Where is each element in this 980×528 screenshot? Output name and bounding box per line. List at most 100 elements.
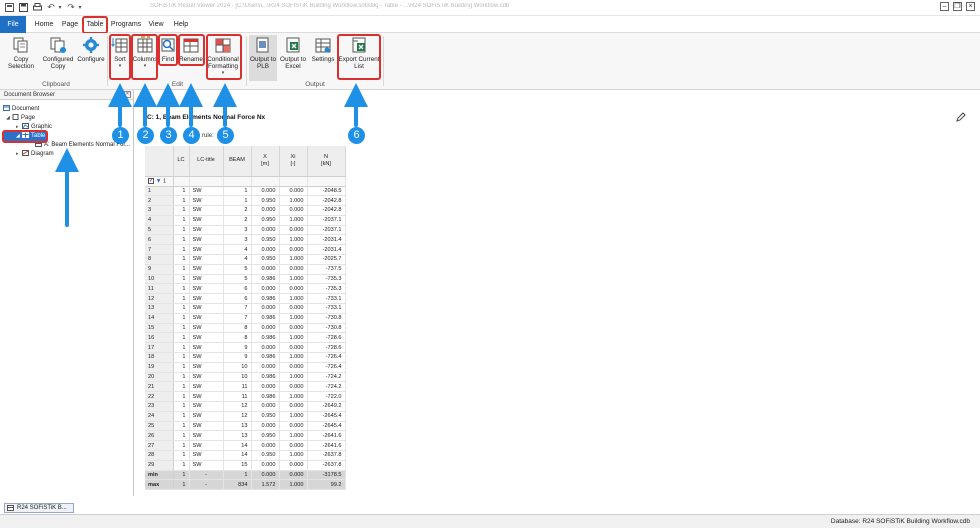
beam-cell[interactable]: 4 xyxy=(223,244,252,256)
minimize-button[interactable]: – xyxy=(940,2,949,11)
table-row[interactable]: 22 1 SW 11 0.986 1.000 -722.0 xyxy=(145,391,346,403)
column-header-n[interactable]: N [kN] xyxy=(307,146,346,177)
row-number-cell[interactable]: 29 xyxy=(145,460,174,471)
table-min-row[interactable]: min 1-1 0.000 0.000 -3178.5 xyxy=(145,470,346,481)
n-cell[interactable]: -737.5 xyxy=(307,264,346,275)
lc-title-cell[interactable]: SW xyxy=(189,391,224,403)
x-cell[interactable]: 0.986 xyxy=(251,274,280,285)
sort-button[interactable]: Sort ▾ xyxy=(110,35,130,81)
lc-cell[interactable]: 1 xyxy=(173,264,190,275)
n-cell[interactable]: -722.0 xyxy=(307,391,346,403)
xi-cell[interactable]: 1.000 xyxy=(279,293,308,305)
pin-icon[interactable]: × xyxy=(124,91,131,98)
xi-cell[interactable]: 0.000 xyxy=(279,342,308,354)
table-row[interactable]: 3 1 SW 2 0.000 0.000 -2042.8 xyxy=(145,205,346,216)
settings-button[interactable]: Settings xyxy=(309,35,337,81)
beam-cell[interactable]: 10 xyxy=(223,362,252,373)
n-cell[interactable]: -2649.2 xyxy=(307,401,346,412)
lc-title-cell[interactable]: SW xyxy=(189,430,224,442)
beam-cell[interactable]: 15 xyxy=(223,460,252,471)
beam-cell[interactable]: 4 xyxy=(223,254,252,265)
row-number-cell[interactable]: 28 xyxy=(145,450,174,461)
x-cell[interactable]: 0.950 xyxy=(251,430,280,442)
n-cell[interactable]: -726.4 xyxy=(307,362,346,373)
xi-cell[interactable]: 1.000 xyxy=(279,234,308,246)
beam-cell[interactable]: 1 xyxy=(223,470,252,481)
lc-title-cell[interactable]: SW xyxy=(189,274,224,285)
beam-cell[interactable]: 11 xyxy=(223,391,252,403)
beam-cell[interactable]: 9 xyxy=(223,352,252,363)
n-cell[interactable]: -726.4 xyxy=(307,352,346,363)
tree-item-page[interactable]: ◢ Page xyxy=(6,114,35,123)
n-cell[interactable]: -724.2 xyxy=(307,381,346,393)
beam-cell[interactable]: 3 xyxy=(223,225,252,236)
row-number-cell[interactable]: 21 xyxy=(145,381,174,393)
row-number-cell[interactable]: 8 xyxy=(145,254,174,265)
x-cell[interactable]: 0.000 xyxy=(251,186,280,197)
table-row[interactable]: 23 1 SW 12 0.000 0.000 -2649.2 xyxy=(145,401,346,412)
xi-cell[interactable]: 0.000 xyxy=(279,421,308,432)
lc-title-cell[interactable]: SW xyxy=(189,352,224,363)
table-row[interactable]: 16 1 SW 8 0.986 1.000 -728.6 xyxy=(145,332,346,344)
n-cell[interactable]: -730.8 xyxy=(307,313,346,324)
lc-title-cell[interactable]: SW xyxy=(189,411,224,422)
table-row[interactable]: 11 1 SW 6 0.000 0.000 -735.3 xyxy=(145,283,346,295)
x-cell[interactable]: 0.986 xyxy=(251,352,280,363)
undo-dropdown-icon[interactable]: ▾ xyxy=(56,2,64,13)
xi-cell[interactable]: 0.000 xyxy=(279,205,308,216)
beam-cell[interactable]: 13 xyxy=(223,430,252,442)
x-cell[interactable]: 0.000 xyxy=(251,421,280,432)
lc-cell[interactable]: 1 xyxy=(173,274,190,285)
filter-cell[interactable] xyxy=(279,176,308,187)
lc-title-cell[interactable]: SW xyxy=(189,303,224,314)
row-number-cell[interactable]: 7 xyxy=(145,244,174,256)
table-row[interactable]: 20 1 SW 10 0.986 1.000 -724.2 xyxy=(145,372,346,383)
beam-cell[interactable]: 12 xyxy=(223,411,252,422)
table-row[interactable]: 14 1 SW 7 0.986 1.000 -730.8 xyxy=(145,313,346,324)
lc-title-cell[interactable]: SW xyxy=(189,234,224,246)
xi-cell[interactable]: 0.000 xyxy=(279,470,308,481)
xi-cell[interactable]: 1.000 xyxy=(279,215,308,226)
beam-cell[interactable]: 6 xyxy=(223,293,252,305)
lc-title-cell[interactable]: SW xyxy=(189,244,224,256)
beam-cell[interactable]: 5 xyxy=(223,264,252,275)
lc-cell[interactable]: 1 xyxy=(173,313,190,324)
table-row[interactable]: 7 1 SW 4 0.000 0.000 -2031.4 xyxy=(145,244,346,256)
table-row[interactable]: 2 1 SW 1 0.950 1.000 -2042.8 xyxy=(145,195,346,207)
x-cell[interactable]: 0.000 xyxy=(251,470,280,481)
lc-cell[interactable]: 1 xyxy=(173,205,190,216)
lc-cell[interactable]: 1 xyxy=(173,391,190,403)
x-cell[interactable]: 0.986 xyxy=(251,332,280,344)
xi-cell[interactable]: 0.000 xyxy=(279,264,308,275)
x-cell[interactable]: 0.986 xyxy=(251,293,280,305)
lc-title-cell[interactable]: SW xyxy=(189,381,224,393)
export-current-list-button[interactable]: Export Current List xyxy=(338,35,380,81)
filter-cell[interactable] xyxy=(251,176,280,187)
undo-icon[interactable]: ↶ xyxy=(46,2,56,13)
x-cell[interactable]: 0.000 xyxy=(251,401,280,412)
column-header-x[interactable]: X [m] xyxy=(251,146,280,177)
n-cell[interactable]: -2641.6 xyxy=(307,440,346,452)
x-cell[interactable]: 0.000 xyxy=(251,283,280,295)
edit-icon[interactable] xyxy=(956,112,966,122)
output-to-excel-button[interactable]: Output to Excel xyxy=(278,35,308,81)
filter-cell[interactable]: ✓ ▼ 1 xyxy=(145,176,174,187)
row-number-cell[interactable]: 26 xyxy=(145,430,174,442)
row-number-cell[interactable]: max xyxy=(145,479,174,491)
n-cell[interactable]: -2042.8 xyxy=(307,195,346,207)
tab-file[interactable]: File xyxy=(0,16,26,33)
lc-cell[interactable]: 1 xyxy=(173,470,190,481)
x-cell[interactable]: 0.950 xyxy=(251,195,280,207)
xi-cell[interactable]: 1.000 xyxy=(279,274,308,285)
lc-cell[interactable]: 1 xyxy=(173,234,190,246)
row-number-cell[interactable]: 20 xyxy=(145,372,174,383)
table-row[interactable]: 12 1 SW 6 0.986 1.000 -733.1 xyxy=(145,293,346,305)
table-row[interactable]: 29 1 SW 15 0.000 0.000 -2637.8 xyxy=(145,460,346,471)
beam-cell[interactable]: 14 xyxy=(223,440,252,452)
row-number-cell[interactable]: 18 xyxy=(145,352,174,363)
tree-item-diagram[interactable]: ▸ Diagram xyxy=(16,150,54,159)
tab-programs[interactable]: Programs xyxy=(110,16,142,33)
xi-cell[interactable]: 1.000 xyxy=(279,391,308,403)
tab-table[interactable]: Table xyxy=(83,16,107,33)
xi-cell[interactable]: 1.000 xyxy=(279,479,308,491)
